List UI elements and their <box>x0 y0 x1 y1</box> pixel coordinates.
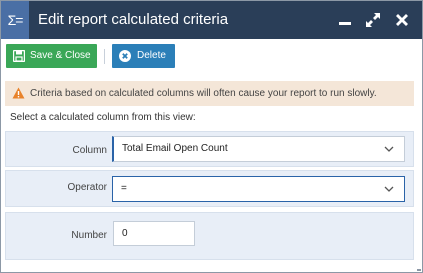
operator-label: Operator <box>67 182 107 193</box>
instruction-text: Select a calculated column from this vie… <box>10 112 196 123</box>
edit-criteria-dialog: Σ= Edit report calculated criteria Save … <box>0 0 423 273</box>
chevron-down-icon <box>384 146 394 152</box>
number-label: Number <box>71 230 107 241</box>
scrollbar-thumb[interactable] <box>417 269 421 271</box>
column-row: Column Total Email Open Count <box>5 131 414 167</box>
number-row: Number 0 <box>5 212 414 260</box>
maximize-icon[interactable] <box>362 9 384 31</box>
delete-button[interactable]: Delete <box>112 44 175 68</box>
delete-circle-icon <box>119 50 131 62</box>
close-icon[interactable] <box>391 9 413 31</box>
chevron-down-icon <box>384 186 394 192</box>
column-select-value: Total Email Open Count <box>122 143 228 154</box>
save-close-button[interactable]: Save & Close <box>6 44 97 68</box>
minimize-icon[interactable] <box>334 9 356 31</box>
toolbar-divider <box>104 49 105 64</box>
number-input[interactable]: 0 <box>113 221 195 246</box>
title-bar: Σ= Edit report calculated criteria <box>1 1 422 39</box>
operator-select-value: = <box>121 183 127 194</box>
dialog-title: Edit report calculated criteria <box>38 11 229 28</box>
operator-row: Operator = <box>5 170 414 207</box>
sigma-icon: Σ= <box>1 1 29 39</box>
column-label: Column <box>72 145 107 156</box>
save-close-label: Save & Close <box>30 50 91 61</box>
delete-label: Delete <box>137 50 166 61</box>
warning-triangle-icon <box>12 87 25 99</box>
warning-text: Criteria based on calculated columns wil… <box>30 88 377 99</box>
toolbar: Save & Close Delete <box>1 39 422 73</box>
operator-select[interactable]: = <box>112 176 405 202</box>
column-select[interactable]: Total Email Open Count <box>112 136 405 162</box>
performance-warning: Criteria based on calculated columns wil… <box>5 81 414 106</box>
floppy-disk-icon <box>13 50 25 62</box>
